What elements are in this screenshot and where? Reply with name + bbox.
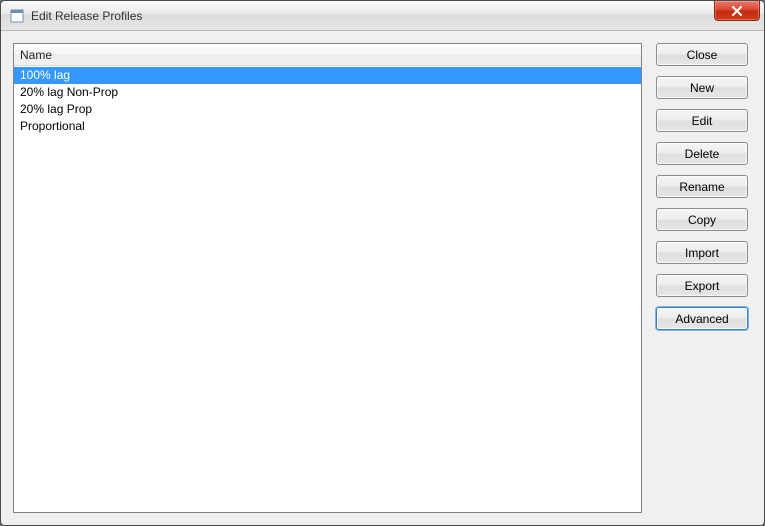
export-button[interactable]: Export (656, 274, 748, 297)
close-icon (731, 6, 743, 16)
list-column-header[interactable]: Name (14, 44, 641, 66)
column-header-name: Name (20, 48, 52, 62)
titlebar: Edit Release Profiles (1, 1, 764, 31)
new-button[interactable]: New (656, 76, 748, 99)
close-button[interactable]: Close (656, 43, 748, 66)
delete-button[interactable]: Delete (656, 142, 748, 165)
profiles-list-panel: Name 100% lag20% lag Non-Prop20% lag Pro… (13, 43, 642, 513)
list-item[interactable]: 20% lag Prop (14, 101, 641, 118)
list-item[interactable]: 20% lag Non-Prop (14, 84, 641, 101)
window-close-button[interactable] (714, 1, 760, 21)
edit-button[interactable]: Edit (656, 109, 748, 132)
button-column: Close New Edit Delete Rename Copy Import… (656, 43, 752, 513)
advanced-button[interactable]: Advanced (656, 307, 748, 330)
app-icon (9, 8, 25, 24)
profiles-list[interactable]: 100% lag20% lag Non-Prop20% lag PropProp… (14, 66, 641, 512)
client-area: Name 100% lag20% lag Non-Prop20% lag Pro… (1, 31, 764, 525)
window-title: Edit Release Profiles (31, 9, 142, 23)
copy-button[interactable]: Copy (656, 208, 748, 231)
list-item[interactable]: Proportional (14, 118, 641, 135)
rename-button[interactable]: Rename (656, 175, 748, 198)
import-button[interactable]: Import (656, 241, 748, 264)
dialog-window: Edit Release Profiles Name 100% lag20% l… (0, 0, 765, 526)
list-item[interactable]: 100% lag (14, 67, 641, 84)
